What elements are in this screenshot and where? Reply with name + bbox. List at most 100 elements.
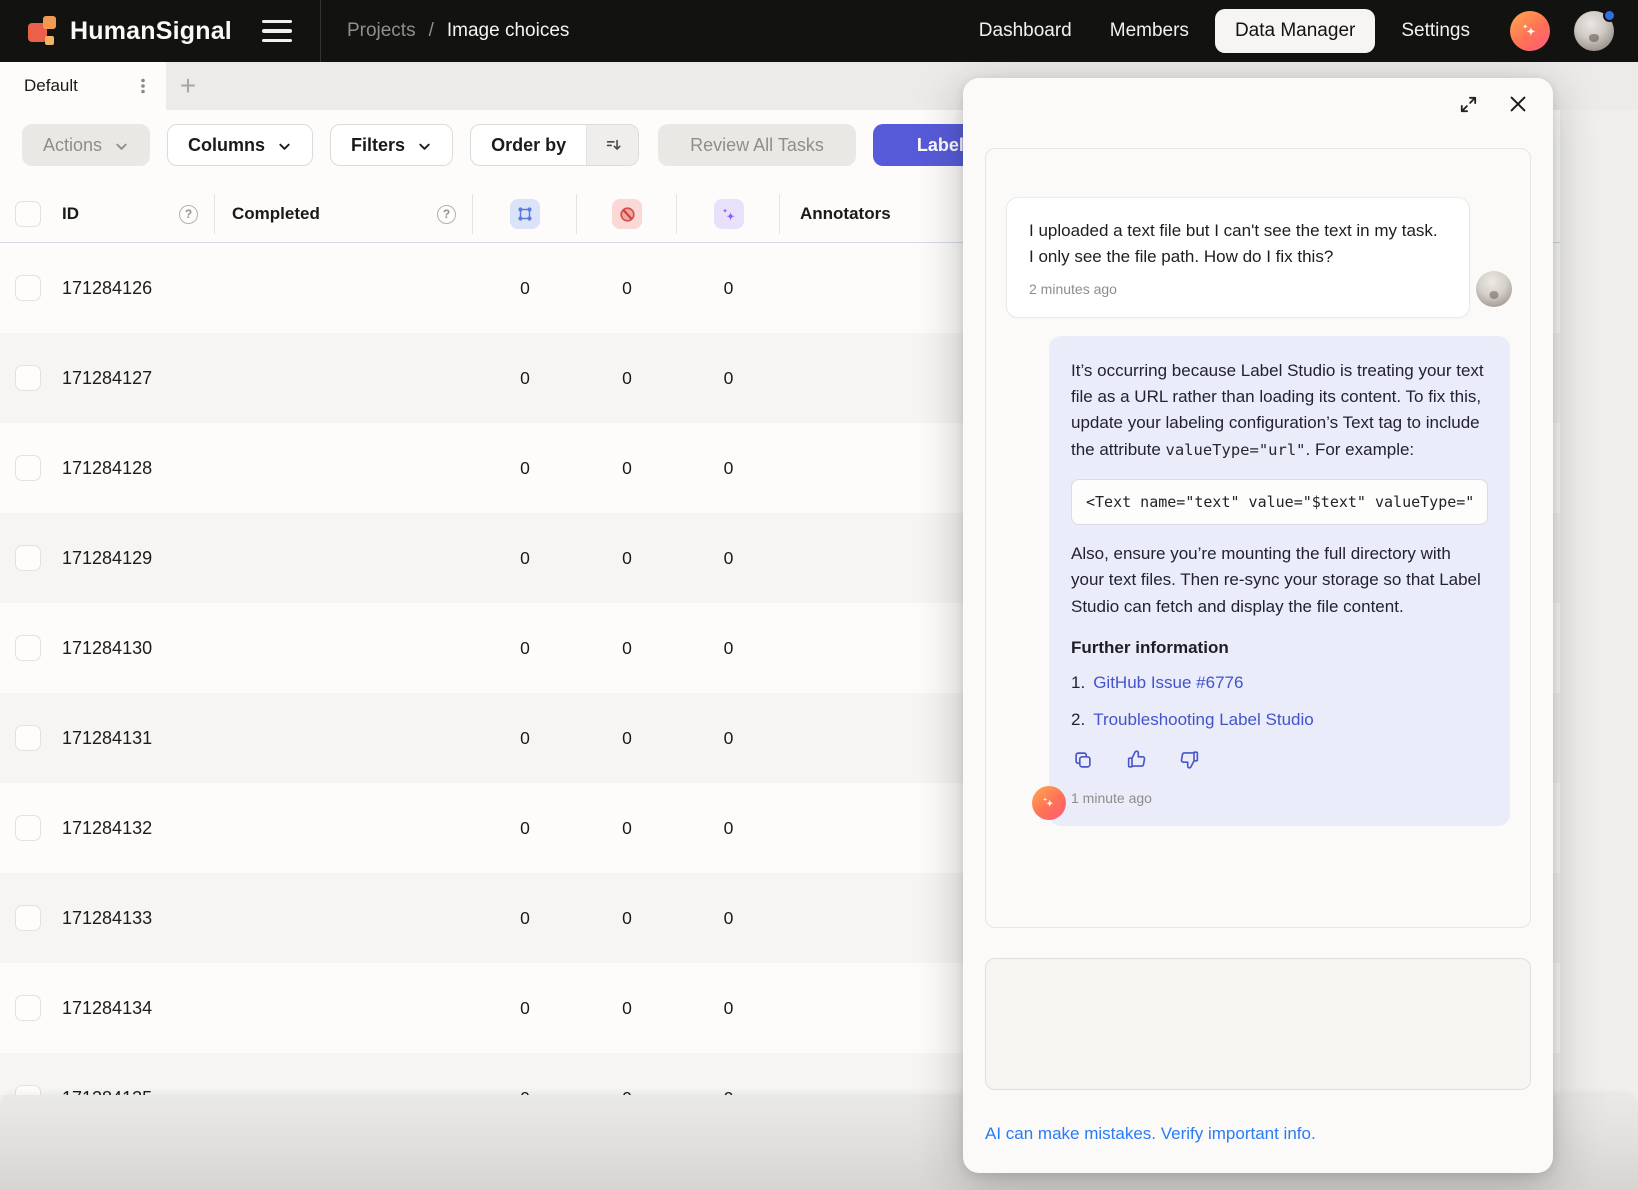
order-by-button[interactable]: Order by bbox=[470, 124, 639, 166]
user-message-text: I uploaded a text file but I can't see t… bbox=[1029, 218, 1447, 271]
header-id-cell[interactable]: ID ? bbox=[52, 185, 215, 243]
header-cancelled-cell[interactable] bbox=[577, 185, 677, 243]
columns-label: Columns bbox=[188, 135, 265, 156]
row-checkbox[interactable] bbox=[15, 275, 41, 301]
tab-default[interactable]: Default bbox=[0, 62, 166, 110]
row-checkbox[interactable] bbox=[15, 815, 41, 841]
row-checkbox-cell bbox=[0, 815, 52, 841]
cancelled-count: 0 bbox=[577, 998, 677, 1019]
annotations-icon bbox=[510, 199, 540, 229]
header-select-all-cell bbox=[0, 185, 52, 243]
sort-icon bbox=[604, 136, 622, 154]
breadcrumb-projects[interactable]: Projects bbox=[347, 20, 416, 42]
task-id-cell: 171284131 bbox=[52, 728, 215, 749]
id-help-icon[interactable]: ? bbox=[179, 205, 198, 224]
close-panel-button[interactable] bbox=[1505, 91, 1531, 117]
filters-label: Filters bbox=[351, 135, 405, 156]
chat-messages[interactable]: I uploaded a text file but I can't see t… bbox=[985, 148, 1531, 928]
header-annotations-cell[interactable] bbox=[473, 185, 577, 243]
row-checkbox[interactable] bbox=[15, 545, 41, 571]
assistant-message-row: It’s occurring because Label Studio is t… bbox=[1049, 336, 1510, 826]
row-checkbox[interactable] bbox=[15, 1085, 41, 1095]
row-checkbox[interactable] bbox=[15, 905, 41, 931]
user-avatar[interactable] bbox=[1574, 11, 1614, 51]
message-actions bbox=[1071, 748, 1488, 772]
columns-button[interactable]: Columns bbox=[167, 124, 313, 166]
hamburger-menu-icon[interactable] bbox=[262, 20, 292, 42]
thumbs-up-button[interactable] bbox=[1124, 748, 1148, 772]
row-checkbox[interactable] bbox=[15, 995, 41, 1021]
predictions-count: 0 bbox=[677, 458, 780, 479]
reference-number: 1. bbox=[1071, 670, 1085, 696]
task-id-cell: 171284128 bbox=[52, 458, 215, 479]
row-checkbox-cell bbox=[0, 545, 52, 571]
nav-data-manager[interactable]: Data Manager bbox=[1215, 9, 1375, 53]
cancelled-count: 0 bbox=[577, 548, 677, 569]
thumbs-down-icon bbox=[1178, 748, 1201, 771]
row-checkbox[interactable] bbox=[15, 635, 41, 661]
predictions-count: 0 bbox=[677, 728, 780, 749]
row-checkbox[interactable] bbox=[15, 455, 41, 481]
predictions-count: 0 bbox=[677, 1088, 780, 1096]
chevron-down-icon bbox=[114, 139, 129, 154]
app-header: HumanSignal Projects / Image choices Das… bbox=[0, 0, 1638, 62]
task-id-cell: 171284135 bbox=[52, 1088, 215, 1096]
task-id-cell: 171284127 bbox=[52, 368, 215, 389]
row-checkbox-cell bbox=[0, 725, 52, 751]
copy-button[interactable] bbox=[1071, 748, 1095, 772]
assistant-p1-tail: . For example: bbox=[1306, 440, 1415, 459]
tab-menu-kebab-icon[interactable] bbox=[130, 73, 156, 99]
thumbs-down-button[interactable] bbox=[1177, 748, 1201, 772]
chevron-down-icon bbox=[417, 139, 432, 154]
order-by-label: Order by bbox=[471, 125, 586, 165]
task-id-cell: 171284133 bbox=[52, 908, 215, 929]
assistant-paragraph-2: Also, ensure you’re mounting the full di… bbox=[1071, 541, 1488, 620]
expand-panel-button[interactable] bbox=[1455, 91, 1481, 117]
ai-assistant-button[interactable] bbox=[1510, 11, 1550, 51]
code-block[interactable]: <Text name="text" value="$text" valueTyp… bbox=[1071, 479, 1488, 525]
nav-dashboard[interactable]: Dashboard bbox=[967, 10, 1084, 52]
header-predictions-cell[interactable] bbox=[677, 185, 780, 243]
troubleshooting-link[interactable]: Troubleshooting Label Studio bbox=[1093, 707, 1314, 733]
annotations-count: 0 bbox=[473, 998, 577, 1019]
assistant-message: It’s occurring because Label Studio is t… bbox=[1049, 336, 1510, 826]
tab-default-label: Default bbox=[0, 76, 130, 96]
predictions-count: 0 bbox=[677, 368, 780, 389]
task-id-cell: 171284129 bbox=[52, 548, 215, 569]
sort-direction-button[interactable] bbox=[586, 125, 638, 165]
completed-help-icon[interactable]: ? bbox=[437, 205, 456, 224]
further-information-heading: Further information bbox=[1071, 638, 1488, 658]
select-all-checkbox[interactable] bbox=[15, 201, 41, 227]
actions-label: Actions bbox=[43, 135, 102, 156]
column-annotators-label: Annotators bbox=[800, 204, 891, 224]
cancelled-count: 0 bbox=[577, 908, 677, 929]
chat-input[interactable] bbox=[986, 959, 1530, 1089]
review-all-tasks-button[interactable]: Review All Tasks bbox=[658, 124, 856, 166]
nav-settings[interactable]: Settings bbox=[1389, 10, 1482, 52]
predictions-count: 0 bbox=[677, 638, 780, 659]
row-checkbox[interactable] bbox=[15, 365, 41, 391]
github-issue-link[interactable]: GitHub Issue #6776 bbox=[1093, 670, 1243, 696]
row-checkbox[interactable] bbox=[15, 725, 41, 751]
breadcrumb-current: Image choices bbox=[447, 20, 570, 42]
breadcrumb: Projects / Image choices bbox=[347, 20, 569, 42]
row-checkbox-cell bbox=[0, 1085, 52, 1095]
filters-button[interactable]: Filters bbox=[330, 124, 453, 166]
ai-chat-panel: I uploaded a text file but I can't see t… bbox=[963, 78, 1553, 1173]
add-tab-button[interactable]: + bbox=[166, 62, 210, 110]
actions-button[interactable]: Actions bbox=[22, 124, 150, 166]
predictions-count: 0 bbox=[677, 908, 780, 929]
reference-number: 2. bbox=[1071, 707, 1085, 733]
review-all-tasks-label: Review All Tasks bbox=[690, 135, 824, 156]
header-completed-cell[interactable]: Completed ? bbox=[215, 185, 473, 243]
predictions-count: 0 bbox=[677, 998, 780, 1019]
brand-logo[interactable]: HumanSignal bbox=[0, 16, 232, 46]
breadcrumb-separator: / bbox=[429, 20, 434, 42]
row-checkbox-cell bbox=[0, 995, 52, 1021]
close-icon bbox=[1507, 93, 1529, 115]
user-message: I uploaded a text file but I can't see t… bbox=[1006, 197, 1470, 318]
nav-members[interactable]: Members bbox=[1098, 10, 1201, 52]
inline-code: valueType="url" bbox=[1166, 441, 1306, 459]
copy-icon bbox=[1072, 749, 1094, 771]
cancelled-count: 0 bbox=[577, 638, 677, 659]
